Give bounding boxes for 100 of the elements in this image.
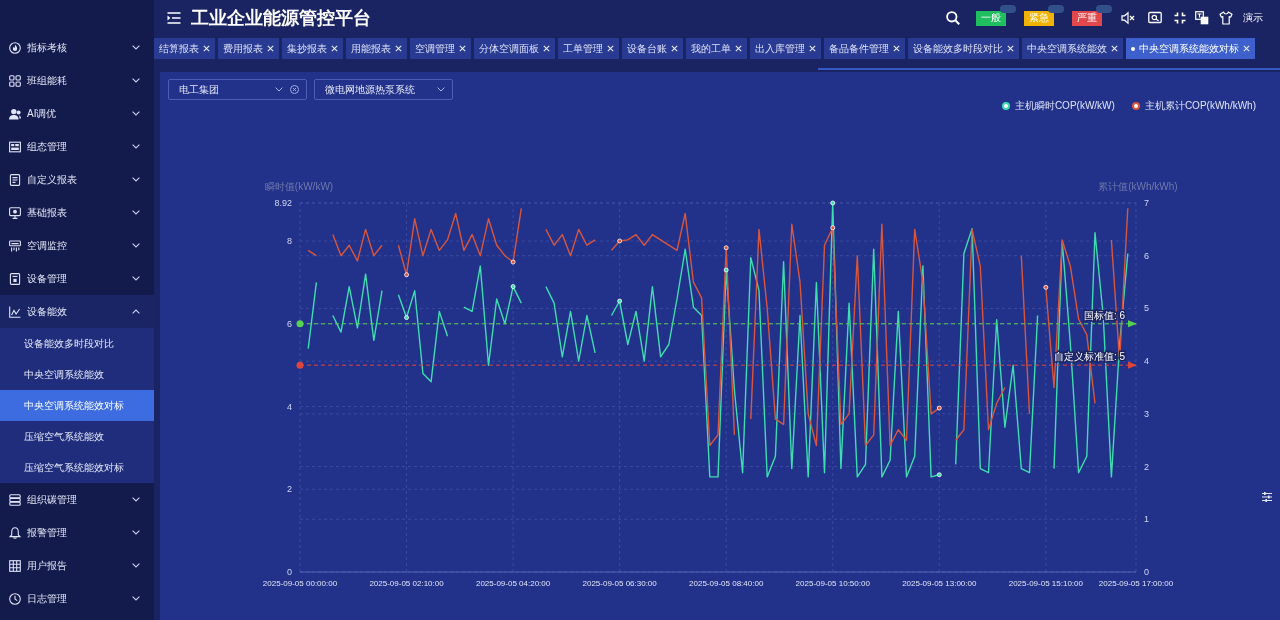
axis-tick-label: 4 bbox=[1144, 356, 1149, 367]
sidebar-item[interactable]: 组态管理 bbox=[0, 130, 154, 163]
tab[interactable]: 出入库管理 bbox=[750, 38, 821, 59]
axis-tick-label: 2 bbox=[287, 484, 292, 495]
grid-icon bbox=[9, 74, 21, 87]
axis-tick-label: 6 bbox=[1144, 250, 1149, 261]
close-icon[interactable] bbox=[331, 45, 338, 52]
sliders-icon[interactable] bbox=[1262, 492, 1272, 502]
alert-level-button[interactable]: 严重 bbox=[1072, 10, 1102, 26]
axis-tick-label: 1 bbox=[1144, 514, 1149, 525]
close-icon[interactable] bbox=[203, 45, 210, 52]
fullscreen-icon[interactable] bbox=[1174, 12, 1186, 24]
chevron-down-icon bbox=[132, 210, 140, 215]
tab[interactable]: 集抄报表 bbox=[282, 38, 343, 59]
dropdown-field[interactable]: 微电网地源热泵系统 bbox=[314, 79, 453, 100]
tab[interactable]: 设备台账 bbox=[622, 38, 683, 59]
data-point bbox=[510, 259, 516, 265]
chevron-down-icon bbox=[132, 144, 140, 149]
submenu-item[interactable]: 压缩空气系统能效对标 bbox=[0, 452, 154, 483]
axis-tick-label: 8.92 bbox=[274, 198, 292, 208]
sidebar-item[interactable]: 班组能耗 bbox=[0, 64, 154, 97]
panel-icon bbox=[9, 140, 21, 153]
count-bubble-icon bbox=[1048, 4, 1064, 13]
submenu-item[interactable]: 中央空调系统能效 bbox=[0, 359, 154, 390]
mute-icon[interactable] bbox=[1121, 11, 1135, 25]
axis-tick-label: 4 bbox=[287, 401, 292, 412]
close-icon[interactable] bbox=[1243, 45, 1250, 52]
sidebar-item[interactable]: 指标考核 bbox=[0, 31, 154, 64]
legend-item[interactable]: 主机累计COP(kWh/kWh) bbox=[1131, 99, 1256, 113]
data-point bbox=[936, 472, 942, 478]
line-start-marker bbox=[296, 320, 304, 328]
bell-icon bbox=[9, 526, 21, 539]
close-icon[interactable] bbox=[1111, 45, 1118, 52]
sidebar-item[interactable]: 用户报告 bbox=[0, 549, 154, 582]
menu-icon[interactable] bbox=[167, 12, 181, 24]
axis-tick-label: 0 bbox=[287, 567, 292, 577]
submenu-item[interactable]: 压缩空气系统能效 bbox=[0, 421, 154, 452]
close-icon[interactable] bbox=[543, 45, 550, 52]
search-icon[interactable] bbox=[946, 11, 960, 25]
shirt-icon[interactable] bbox=[1219, 11, 1233, 25]
tab[interactable]: 中央空调系统能效 bbox=[1022, 38, 1123, 59]
sidebar-item[interactable]: 日志管理 bbox=[0, 582, 154, 615]
axis-tick-label: 6 bbox=[287, 318, 292, 329]
sidebar-item[interactable]: 设备管理 bbox=[0, 262, 154, 295]
data-point bbox=[936, 405, 942, 411]
sidebar-item[interactable]: 组织碳管理 bbox=[0, 483, 154, 516]
close-icon[interactable] bbox=[459, 45, 466, 52]
tab[interactable]: 中央空调系统能效对标 bbox=[1126, 38, 1255, 59]
chevron-down-icon bbox=[132, 497, 140, 502]
close-icon[interactable] bbox=[395, 45, 402, 52]
chevron-down-icon bbox=[132, 243, 140, 248]
axis-tick-label: 2025-09-05 10:50:00 bbox=[795, 579, 870, 588]
line-chart-icon bbox=[9, 305, 21, 318]
close-icon[interactable] bbox=[735, 45, 742, 52]
building-icon bbox=[9, 559, 21, 572]
screen-icon[interactable] bbox=[1148, 11, 1162, 25]
translate-icon[interactable] bbox=[1195, 11, 1209, 25]
dropdown-field[interactable]: 电工集团 bbox=[168, 79, 307, 100]
sidebar-item[interactable]: AI调优 bbox=[0, 97, 154, 130]
legend-item[interactable]: 主机瞬时COP(kW/kW) bbox=[1001, 99, 1115, 113]
data-point bbox=[404, 315, 409, 320]
close-icon[interactable] bbox=[809, 45, 816, 52]
close-icon[interactable] bbox=[671, 45, 678, 52]
tab[interactable]: 分体空调面板 bbox=[474, 38, 555, 59]
chevron-down-icon bbox=[132, 111, 140, 116]
clear-icon[interactable] bbox=[290, 85, 299, 94]
benchmark-label: 国标值: 6 bbox=[1083, 309, 1125, 321]
chevron-down-icon bbox=[132, 563, 140, 568]
submenu-item[interactable]: 设备能效多时段对比 bbox=[0, 328, 154, 359]
tab[interactable]: 费用报表 bbox=[218, 38, 279, 59]
line-start-marker bbox=[296, 361, 304, 369]
flame-icon bbox=[9, 41, 21, 54]
axis-title: 累计值(kWh/kWh) bbox=[1098, 181, 1178, 192]
sidebar-item[interactable]: 基础报表 bbox=[0, 196, 154, 229]
axis-tick-label: 2025-09-05 13:00:00 bbox=[902, 579, 977, 588]
user-name[interactable]: 演示 bbox=[1243, 11, 1263, 25]
tab[interactable]: 结算报表 bbox=[154, 38, 215, 59]
air-conditioner-icon bbox=[9, 239, 21, 252]
sidebar-item[interactable]: 报警管理 bbox=[0, 516, 154, 549]
close-icon[interactable] bbox=[893, 45, 900, 52]
axis-tick-label: 2025-09-05 02:10:00 bbox=[369, 579, 444, 588]
chevron-down-icon bbox=[437, 87, 445, 92]
tab[interactable]: 工单管理 bbox=[558, 38, 619, 59]
axis-tick-label: 0 bbox=[1144, 567, 1149, 577]
tab[interactable]: 我的工单 bbox=[686, 38, 747, 59]
sidebar-item[interactable]: 空调监控 bbox=[0, 229, 154, 262]
close-icon[interactable] bbox=[267, 45, 274, 52]
tab[interactable]: 用能报表 bbox=[346, 38, 407, 59]
close-icon[interactable] bbox=[607, 45, 614, 52]
close-icon[interactable] bbox=[1007, 45, 1014, 52]
cabinet-icon bbox=[9, 272, 21, 285]
tab[interactable]: 空调管理 bbox=[410, 38, 471, 59]
tab[interactable]: 备品备件管理 bbox=[824, 38, 905, 59]
data-point bbox=[830, 225, 836, 231]
document-icon bbox=[9, 173, 21, 186]
sidebar-item[interactable]: 自定义报表 bbox=[0, 163, 154, 196]
sidebar-item[interactable]: 设备能效 bbox=[0, 295, 154, 328]
submenu-item[interactable]: 中央空调系统能效对标 bbox=[0, 390, 154, 421]
data-point bbox=[723, 267, 729, 273]
tab[interactable]: 设备能效多时段对比 bbox=[908, 38, 1019, 59]
